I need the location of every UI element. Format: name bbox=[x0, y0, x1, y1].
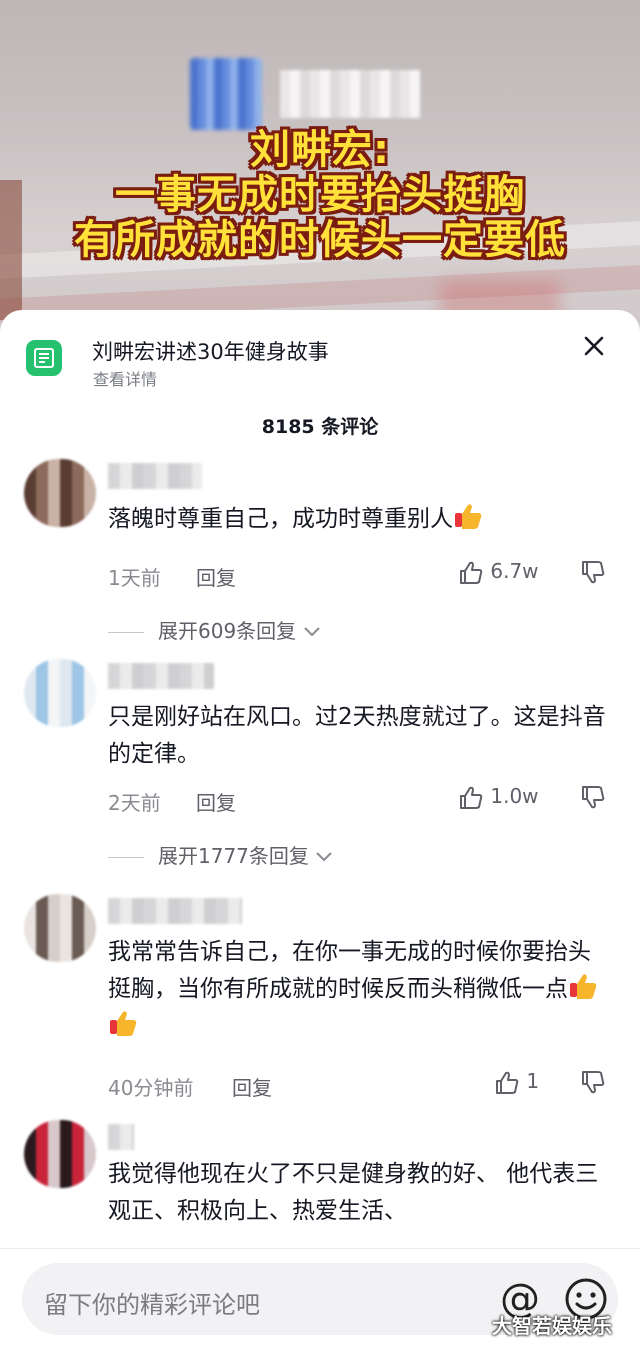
dislike-button[interactable] bbox=[580, 1069, 606, 1095]
comment-text: 我常常告诉自己，在你一事无成的时候你要抬头挺胸，当你有所成就的时候反而头稍微低一… bbox=[108, 934, 613, 1045]
blurred-avatar bbox=[190, 58, 262, 130]
dislike-button[interactable] bbox=[580, 559, 606, 585]
document-icon bbox=[26, 340, 62, 376]
like-button[interactable]: 1.0w bbox=[458, 784, 539, 811]
like-button[interactable]: 1 bbox=[494, 1069, 539, 1096]
comment-text: 我觉得他现在火了不只是健身教的好、 他代表三观正、积极向上、热爱生活、 bbox=[108, 1161, 599, 1224]
thumbs-down-icon bbox=[580, 786, 606, 809]
thumbs-up-emoji-icon bbox=[568, 971, 598, 1001]
comment-input-placeholder: 留下你的精彩评论吧 bbox=[44, 1291, 260, 1319]
blurred-username[interactable] bbox=[108, 898, 242, 924]
overlay-line-1: 刘畊宏: bbox=[250, 127, 390, 173]
blurred-username[interactable] bbox=[108, 463, 202, 489]
divider-line bbox=[108, 632, 144, 633]
avatar[interactable] bbox=[24, 659, 96, 727]
expand-label: 展开1777条回复 bbox=[158, 844, 309, 868]
reply-button[interactable]: 回复 bbox=[196, 787, 236, 816]
reply-button[interactable]: 回复 bbox=[232, 1072, 272, 1101]
thumbs-up-icon bbox=[458, 784, 484, 809]
expand-replies-button[interactable]: 展开1777条回复 bbox=[108, 840, 333, 869]
chevron-down-icon bbox=[309, 844, 333, 868]
avatar[interactable] bbox=[24, 894, 96, 962]
comment-sheet: 刘畊宏讲述30年健身故事 查看详情 8185 条评论 落魄时尊重自己，成功时尊重… bbox=[0, 310, 640, 1347]
like-button[interactable]: 6.7w bbox=[458, 559, 539, 586]
comment-time: 1天前 bbox=[108, 566, 161, 590]
like-count: 1 bbox=[526, 1069, 540, 1093]
chevron-down-icon bbox=[296, 619, 320, 643]
comment-count: 8185 条评论 bbox=[261, 416, 379, 438]
thumbs-down-icon bbox=[580, 561, 606, 584]
video-background: 刘畊宏: 一事无成时要抬头挺胸 有所成就的时候头一定要低 bbox=[0, 0, 640, 340]
comment-text-content: 落魄时尊重自己，成功时尊重别人 bbox=[108, 506, 453, 532]
thumbs-up-icon bbox=[458, 559, 484, 584]
thumbs-down-icon bbox=[580, 1071, 606, 1094]
sheet-header[interactable]: 刘畊宏讲述30年健身故事 查看详情 bbox=[0, 310, 640, 400]
avatar[interactable] bbox=[24, 1120, 96, 1188]
dislike-button[interactable] bbox=[580, 784, 606, 810]
comment-text: 只是刚好站在风口。过2天热度就过了。这是抖音的定律。 bbox=[108, 704, 606, 767]
avatar[interactable] bbox=[24, 459, 96, 527]
blurred-username[interactable] bbox=[108, 1124, 134, 1150]
reply-button[interactable]: 回复 bbox=[196, 562, 236, 591]
view-details-link[interactable]: 查看详情 bbox=[93, 366, 157, 390]
overlay-line-2: 一事无成时要抬头挺胸 bbox=[115, 172, 525, 218]
thumbs-up-icon bbox=[494, 1069, 520, 1094]
like-count: 1.0w bbox=[490, 784, 539, 808]
overlay-line-3: 有所成就的时候头一定要低 bbox=[74, 217, 566, 263]
comment-text: 落魄时尊重自己，成功时尊重别人 bbox=[108, 501, 613, 538]
comment-text-content: 我常常告诉自己，在你一事无成的时候你要抬头挺胸，当你有所成就的时候反而头稍微低一… bbox=[108, 939, 591, 1002]
blurred-username bbox=[280, 70, 420, 118]
video-overlay-caption: 刘畊宏: 一事无成时要抬头挺胸 有所成就的时候头一定要低 bbox=[0, 128, 640, 263]
like-count: 6.7w bbox=[490, 559, 539, 583]
close-icon[interactable] bbox=[578, 330, 610, 362]
comment-time: 40分钟前 bbox=[108, 1076, 194, 1100]
thumbs-up-emoji-icon bbox=[453, 501, 483, 531]
thumbs-up-emoji-icon bbox=[108, 1008, 138, 1038]
expand-replies-button[interactable]: 展开609条回复 bbox=[108, 615, 321, 644]
divider-line bbox=[108, 857, 144, 858]
blurred-username[interactable] bbox=[108, 663, 214, 689]
topic-title[interactable]: 刘畊宏讲述30年健身故事 bbox=[92, 336, 329, 366]
watermark: 大智若娱娱乐 bbox=[492, 1314, 612, 1338]
comment-time: 2天前 bbox=[108, 791, 161, 815]
expand-label: 展开609条回复 bbox=[158, 619, 297, 643]
